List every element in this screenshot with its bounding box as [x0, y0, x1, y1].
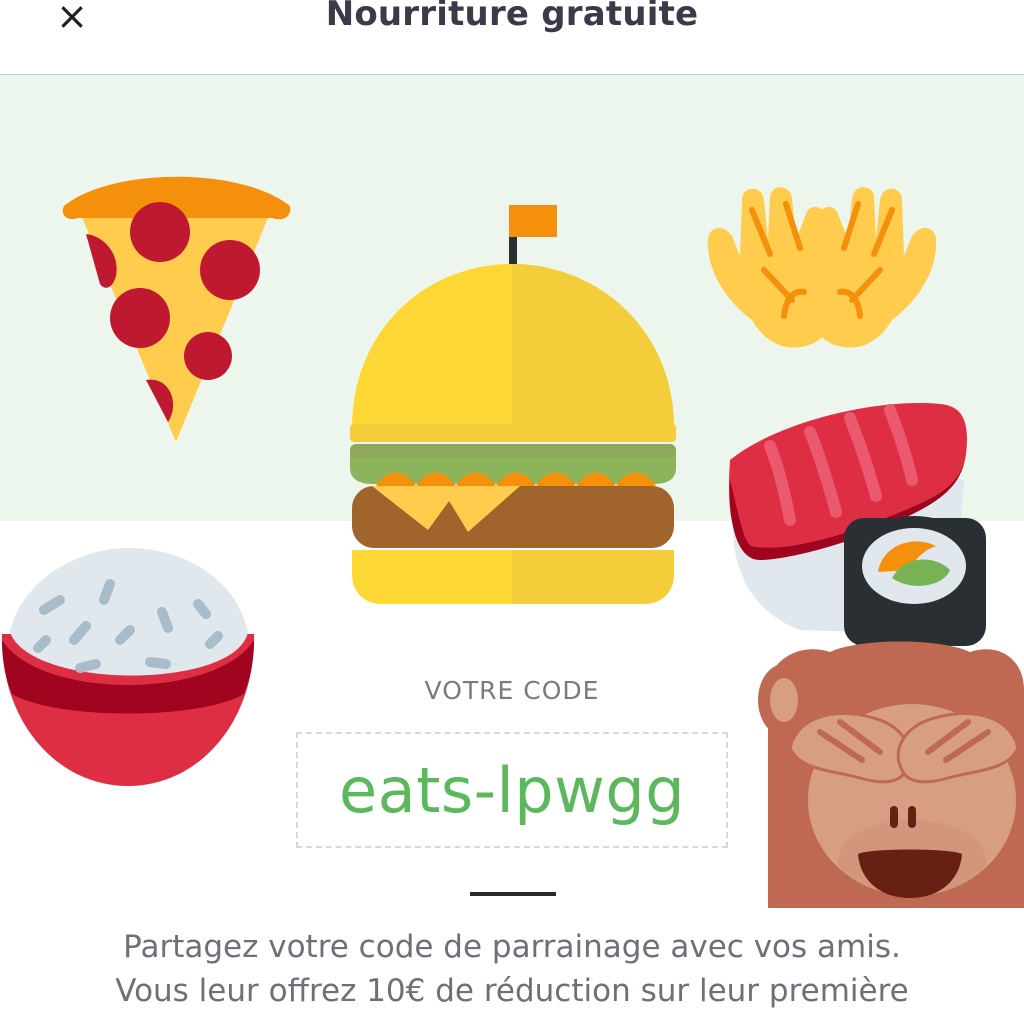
page-title: Nourriture gratuite	[325, 0, 699, 34]
food-illustration	[1, 176, 1024, 908]
sushi-icon	[728, 403, 986, 646]
code-label: VOTRE CODE	[424, 676, 600, 705]
pizza-icon	[62, 176, 291, 442]
referral-code-box[interactable]: eats-lpwgg	[296, 732, 728, 848]
header: × Nourriture gratuite	[0, 0, 1024, 75]
referral-code[interactable]: eats-lpwgg	[339, 754, 685, 827]
rice-bowl-icon	[1, 548, 255, 786]
description-line-1: Partagez votre code de parrainage avec v…	[123, 929, 901, 965]
raised-hands-icon	[707, 187, 937, 348]
burger-icon	[350, 205, 676, 604]
referral-description: Partagez votre code de parrainage avec v…	[30, 925, 994, 1013]
divider	[470, 892, 556, 896]
description-line-2: Vous leur offrez 10€ de réduction sur le…	[115, 973, 909, 1009]
